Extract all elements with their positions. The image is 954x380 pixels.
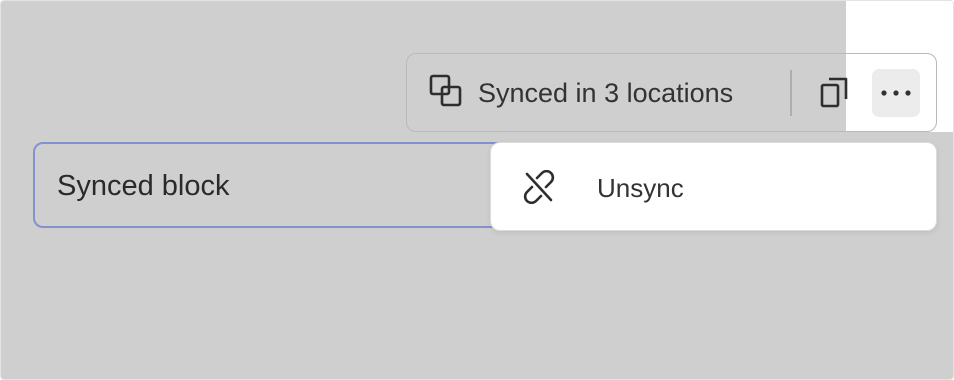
synced-block[interactable]: Synced block: [33, 142, 553, 228]
synced-block-toolbar: Synced in 3 locations: [406, 53, 937, 132]
more-icon: [880, 84, 912, 102]
copy-button[interactable]: [815, 74, 855, 114]
copy-icon: [820, 76, 850, 113]
more-options-menu: Unsync: [490, 142, 937, 231]
sync-icon: [429, 74, 463, 113]
menu-item-unsync[interactable]: Unsync: [491, 143, 936, 230]
sync-status-button[interactable]: Synced in 3 locations: [429, 74, 733, 112]
more-options-button[interactable]: [872, 69, 920, 117]
synced-block-label: Synced block: [57, 170, 230, 202]
menu-item-label: Unsync: [597, 173, 684, 203]
sync-status-label: Synced in 3 locations: [478, 77, 734, 108]
app-frame: Synced block Synced in 3 locations Unsyn…: [0, 0, 954, 380]
toolbar-divider: [790, 70, 792, 116]
